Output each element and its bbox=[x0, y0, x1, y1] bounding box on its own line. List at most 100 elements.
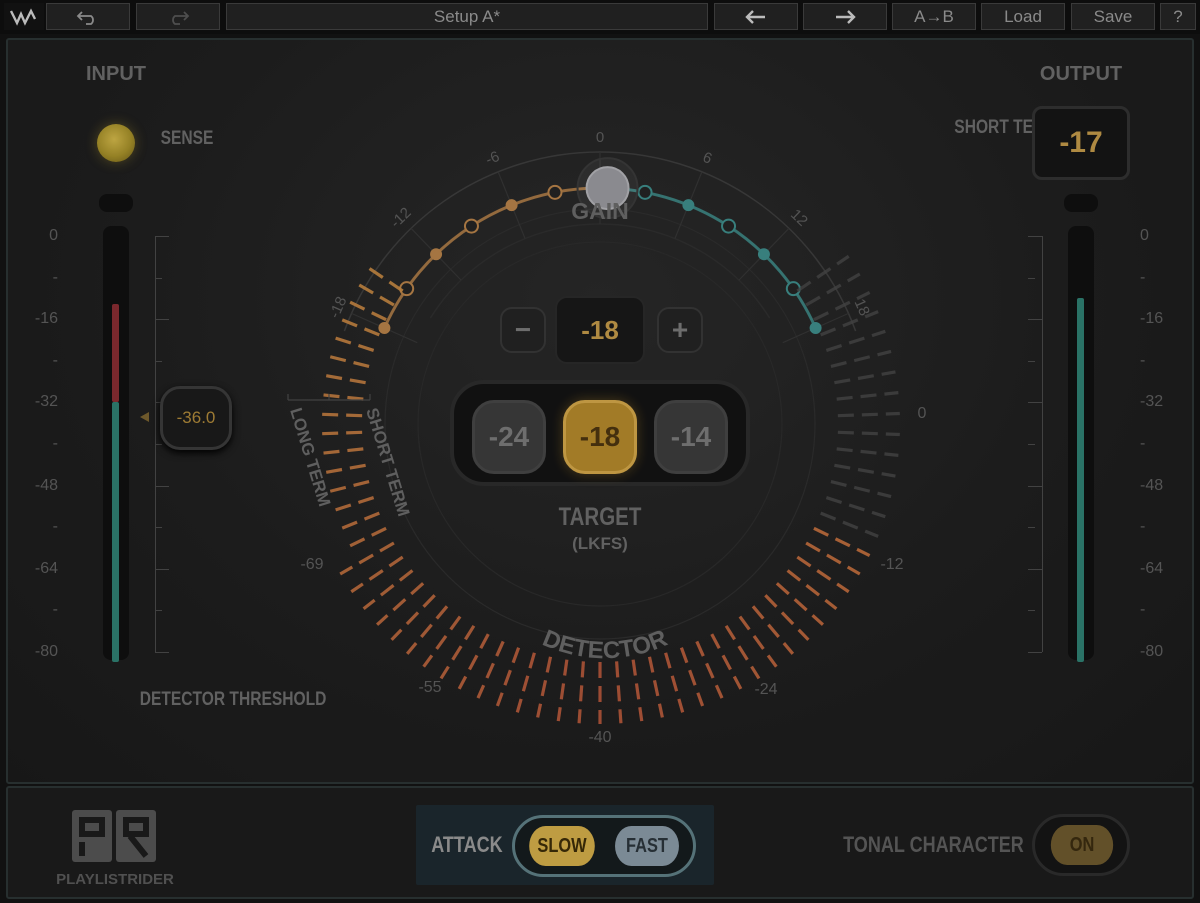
detector-ring-segment bbox=[405, 642, 418, 655]
detector-ring-segment bbox=[363, 327, 380, 337]
detector-ring-segment bbox=[435, 635, 448, 650]
target-preset-button[interactable]: -14 bbox=[654, 400, 728, 474]
detector-ring-segment bbox=[856, 547, 871, 557]
detector-scale-label: 0 bbox=[918, 405, 927, 422]
output-scale-minor-mark: - bbox=[1140, 601, 1146, 619]
detector-scale-label: -55 bbox=[418, 679, 441, 696]
detector-ring-segment bbox=[647, 656, 655, 673]
gain-arc-node bbox=[721, 218, 737, 234]
target-value[interactable]: -18 bbox=[555, 296, 645, 364]
input-scale-minor-mark: - bbox=[52, 351, 58, 369]
attack-fast-button[interactable]: FAST bbox=[615, 826, 679, 866]
detector-ring-segment bbox=[834, 378, 851, 385]
detector-ring-segment bbox=[521, 675, 530, 692]
attack-slow-button[interactable]: SLOW bbox=[529, 826, 595, 866]
playlistrider-logo-icon bbox=[72, 810, 156, 862]
output-scale-minor-mark: - bbox=[1140, 268, 1146, 286]
detector-threshold-knob[interactable]: -36.0 bbox=[160, 386, 232, 450]
setup-name-field[interactable]: Setup A* bbox=[226, 3, 708, 30]
detector-ring-segment bbox=[813, 526, 829, 537]
detector-ring-segment bbox=[732, 675, 743, 690]
detector-ring-segment bbox=[710, 633, 721, 650]
input-scale-tick-mark: -32 bbox=[34, 393, 58, 411]
detector-ring-segment bbox=[825, 496, 843, 505]
output-scale-tick bbox=[1028, 277, 1035, 279]
detector-ring-segment bbox=[848, 503, 865, 512]
attack-label: ATTACK bbox=[431, 832, 503, 857]
detector-ring-segment bbox=[677, 698, 685, 713]
load-button[interactable]: Load bbox=[981, 3, 1065, 30]
detector-ring-segment bbox=[764, 594, 778, 608]
detector-ring-segment bbox=[468, 654, 479, 671]
detector-ring-segment bbox=[335, 503, 352, 512]
detector-ring-segment bbox=[341, 520, 358, 530]
threshold-pointer-icon bbox=[140, 412, 149, 422]
toolbar: Setup A* A→B Load Save ? bbox=[0, 0, 1200, 34]
detector-ring-segment bbox=[860, 449, 877, 455]
detector-ring-segment bbox=[379, 584, 395, 597]
input-scale-minor-mark: - bbox=[52, 268, 58, 286]
detector-ring-segment bbox=[405, 611, 420, 626]
redo-button[interactable] bbox=[136, 3, 220, 30]
target-preset-button[interactable]: -24 bbox=[472, 400, 546, 474]
input-peak-indicator[interactable] bbox=[99, 194, 133, 212]
detector-ring-segment bbox=[837, 413, 854, 418]
input-scale-tick-mark: -80 bbox=[34, 643, 58, 660]
detector-ring-segment bbox=[371, 311, 387, 322]
detector-ring-segment bbox=[805, 584, 821, 597]
detector-ring-segment bbox=[688, 669, 697, 686]
previous-setup-button[interactable] bbox=[714, 3, 798, 30]
output-meter bbox=[1068, 226, 1094, 663]
detector-ring-segment bbox=[836, 395, 853, 401]
undo-button[interactable] bbox=[46, 3, 130, 30]
target-increase-button[interactable]: + bbox=[657, 307, 703, 353]
tonal-character-on-button[interactable]: ON bbox=[1050, 825, 1114, 865]
detector-ring-segment bbox=[449, 615, 462, 631]
sense-led-icon[interactable] bbox=[97, 124, 135, 162]
detector-ring-segment bbox=[750, 665, 761, 680]
detector-ring-segment bbox=[652, 679, 660, 697]
detector-ring-segment bbox=[322, 412, 339, 417]
input-meter-peak-bar bbox=[112, 303, 119, 403]
detector-ring-segment bbox=[379, 295, 395, 307]
detector-ring-segment bbox=[834, 537, 851, 548]
detector-ring-segment bbox=[536, 703, 543, 718]
detector-ring-segment bbox=[782, 642, 795, 655]
ab-compare-button[interactable]: A→B bbox=[892, 3, 976, 30]
detector-ring-segment bbox=[323, 393, 340, 399]
detector-ring-segment bbox=[476, 684, 486, 699]
detector-ring-segment bbox=[618, 709, 623, 724]
target-unit-label: (LKFS) bbox=[572, 534, 628, 553]
detector-ring-segment bbox=[861, 412, 878, 417]
target-preset-button[interactable]: -18 bbox=[563, 400, 637, 474]
detector-ring-segment bbox=[363, 511, 380, 521]
input-scale-tick bbox=[155, 277, 162, 279]
input-meter bbox=[103, 226, 129, 663]
detector-ring-segment bbox=[846, 565, 861, 576]
target-decrease-button[interactable]: − bbox=[500, 307, 546, 353]
detector-ring-segment bbox=[545, 656, 553, 673]
help-button[interactable]: ? bbox=[1160, 3, 1196, 30]
detector-ring-segment bbox=[616, 685, 621, 702]
input-scale-tick bbox=[155, 485, 169, 487]
detector-ring-segment bbox=[346, 430, 363, 435]
detector-ring-segment bbox=[825, 343, 843, 352]
detector-ring-segment bbox=[528, 652, 536, 669]
detector-ring-segment bbox=[816, 569, 832, 581]
detector-ring-segment bbox=[388, 555, 404, 568]
detector-ring-segment bbox=[457, 675, 468, 690]
waves-logo-icon[interactable] bbox=[4, 3, 44, 30]
detector-ring-segment bbox=[341, 318, 358, 328]
gain-scale-label: 6 bbox=[700, 149, 714, 168]
output-scale-minor-mark: - bbox=[1140, 518, 1146, 536]
short-term-label: SHORT TERM bbox=[954, 117, 1058, 138]
detector-scale-label: -40 bbox=[588, 729, 611, 746]
detector-ring-segment bbox=[861, 431, 878, 436]
gain-scale-label: 0 bbox=[596, 129, 604, 146]
output-peak-indicator[interactable] bbox=[1064, 194, 1098, 212]
next-setup-button[interactable] bbox=[803, 3, 887, 30]
output-scale-tick-mark: -16 bbox=[1140, 310, 1164, 328]
save-button[interactable]: Save bbox=[1071, 3, 1155, 30]
detector-ring-segment bbox=[670, 675, 679, 692]
detector-ring-segment bbox=[350, 582, 364, 594]
